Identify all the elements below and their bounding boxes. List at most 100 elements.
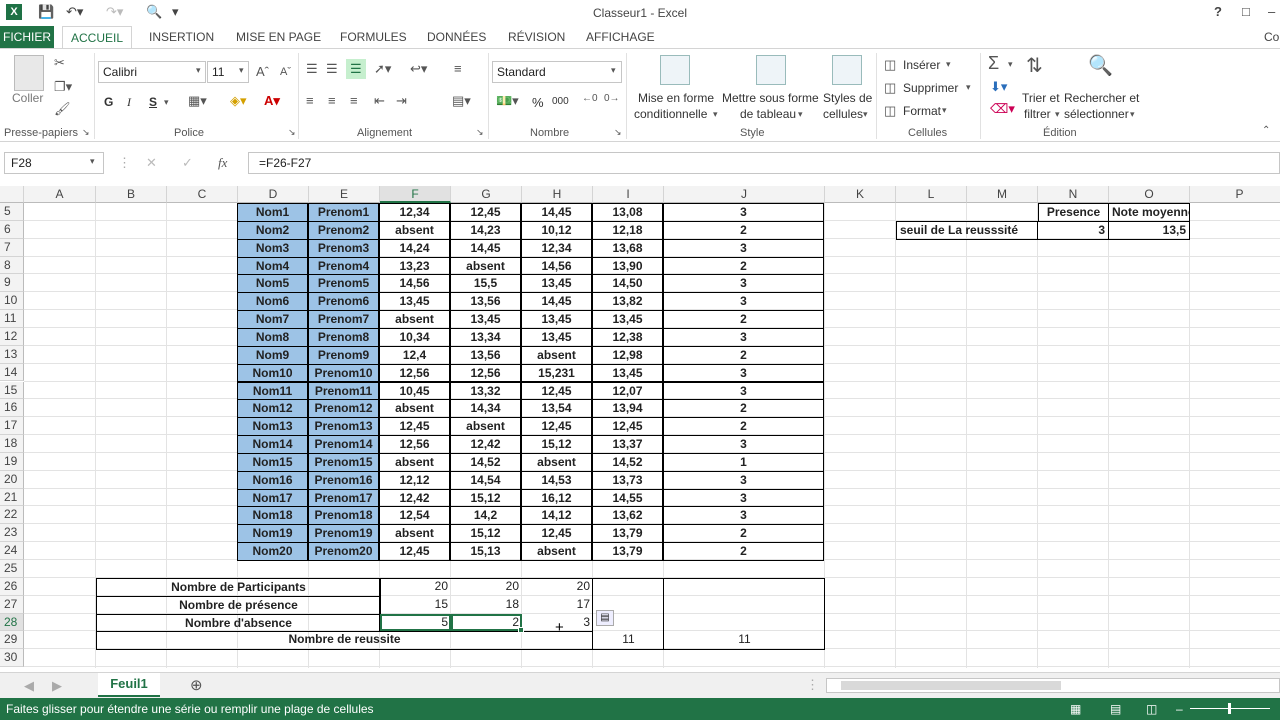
format-as-table-label-2[interactable]: de tableau xyxy=(740,107,796,121)
column-header-d[interactable]: D xyxy=(238,186,309,203)
table-cell[interactable]: 14,52 xyxy=(592,452,663,472)
table-cell[interactable]: 12,38 xyxy=(592,327,663,347)
row-header-25[interactable]: 25 xyxy=(0,560,24,578)
summary-cell[interactable]: 5 xyxy=(380,613,451,632)
format-painter-icon[interactable]: 🖌 xyxy=(54,101,71,117)
table-cell[interactable]: 13,90 xyxy=(592,256,663,276)
clear-icon[interactable]: ⌫▾ xyxy=(990,101,1015,117)
grow-font-icon[interactable]: Aˆ xyxy=(256,64,269,79)
table-cell[interactable]: Prenom4 xyxy=(308,256,379,276)
table-cell[interactable]: Prenom6 xyxy=(308,292,379,312)
font-name-dropdown-icon[interactable]: ▾ xyxy=(196,65,201,76)
column-header-a[interactable]: A xyxy=(24,186,96,203)
table-cell[interactable]: 14,45 xyxy=(521,203,592,222)
table-cell[interactable]: absent xyxy=(521,452,592,472)
row-header-21[interactable]: 21 xyxy=(0,488,24,507)
table-cell[interactable]: 3 xyxy=(663,327,824,347)
row-header-14[interactable]: 14 xyxy=(0,363,24,382)
format-cells-icon[interactable]: ◫ xyxy=(884,103,896,119)
row-header-18[interactable]: 18 xyxy=(0,435,24,453)
table-cell[interactable]: Prenom17 xyxy=(308,488,379,508)
table-cell[interactable]: 15,12 xyxy=(450,488,521,508)
row-header-30[interactable]: 30 xyxy=(0,649,24,668)
minimize-icon[interactable]: – xyxy=(1268,4,1275,19)
sort-filter-label-2[interactable]: filtrer xyxy=(1024,107,1051,121)
table-cell[interactable]: Nom8 xyxy=(237,327,308,347)
table-cell[interactable]: 10,45 xyxy=(379,381,450,401)
summary-cell[interactable]: 18 xyxy=(451,596,522,614)
tab-revision[interactable]: RÉVISION xyxy=(500,26,573,48)
thousands-button[interactable]: 000 xyxy=(552,96,569,107)
table-cell[interactable]: absent xyxy=(379,399,450,419)
ribbon-display-icon[interactable]: □ xyxy=(1242,4,1250,19)
worksheet-grid[interactable]: A B C D E F G H I J K L M N O P 5 6 7 8 9 10 11 12 13 14 15 16 17 18 1… xyxy=(0,186,1280,668)
table-cell[interactable]: 10,12 xyxy=(521,220,592,240)
column-header-i[interactable]: I xyxy=(593,186,664,203)
paste-button[interactable]: Coller xyxy=(12,91,43,105)
average-header[interactable]: Note moyenne xyxy=(1108,203,1190,222)
table-cell[interactable]: Nom15 xyxy=(237,452,308,472)
row-header-17[interactable]: 17 xyxy=(0,417,24,436)
success-label[interactable]: Nombre de reussite xyxy=(96,631,593,649)
column-header-m[interactable]: M xyxy=(967,186,1038,203)
table-cell[interactable]: absent xyxy=(450,256,521,276)
cancel-icon[interactable]: ✕ xyxy=(146,155,157,171)
row-header-19[interactable]: 19 xyxy=(0,452,24,471)
success-value-i[interactable]: 11 xyxy=(593,631,664,649)
table-cell[interactable]: 14,2 xyxy=(450,506,521,526)
table-cell[interactable]: 2 xyxy=(663,542,824,561)
row-header-29[interactable]: 29 xyxy=(0,631,24,650)
font-name-select[interactable]: Calibri xyxy=(98,61,206,83)
table-cell[interactable]: 3 xyxy=(663,203,824,222)
format-as-table-icon[interactable] xyxy=(756,55,786,85)
table-cell[interactable]: 14,53 xyxy=(521,470,592,490)
table-cell[interactable]: Nom4 xyxy=(237,256,308,276)
table-cell[interactable]: 13,82 xyxy=(592,292,663,312)
row-header-22[interactable]: 22 xyxy=(0,506,24,525)
delete-cells-icon[interactable]: ◫ xyxy=(884,80,896,96)
table-cell[interactable]: 13,45 xyxy=(521,310,592,329)
table-cell[interactable]: Prenom9 xyxy=(308,345,379,365)
table-cell[interactable]: 13,79 xyxy=(592,524,663,544)
row-header-20[interactable]: 20 xyxy=(0,470,24,489)
tab-mise-en-page[interactable]: MISE EN PAGE xyxy=(228,26,329,48)
format-as-table-label-1[interactable]: Mettre sous forme xyxy=(722,91,819,105)
table-cell[interactable]: 3 xyxy=(663,363,824,383)
table-cell[interactable]: 16,12 xyxy=(521,488,592,508)
table-cell[interactable]: 12,45 xyxy=(521,417,592,437)
table-cell[interactable]: 12,34 xyxy=(379,203,450,222)
table-cell[interactable]: 10,34 xyxy=(379,327,450,347)
success-value-j[interactable]: 11 xyxy=(664,631,825,649)
table-cell[interactable]: 14,52 xyxy=(450,452,521,472)
row-header-7[interactable]: 7 xyxy=(0,238,24,257)
table-cell[interactable]: absent xyxy=(450,417,521,437)
font-launcher-icon[interactable]: ↘ xyxy=(288,127,296,138)
tab-fichier[interactable]: FICHIER xyxy=(0,26,54,48)
table-cell[interactable]: Nom14 xyxy=(237,435,308,454)
fill-color-icon[interactable]: ◈▾ xyxy=(230,93,247,109)
autofill-options-icon[interactable]: ▤ xyxy=(596,609,614,626)
table-cell[interactable]: Nom2 xyxy=(237,220,308,240)
summary-cell[interactable]: 20 xyxy=(380,578,451,596)
table-cell[interactable]: Nom12 xyxy=(237,399,308,419)
insert-cells-button[interactable]: Insérer xyxy=(903,58,940,72)
table-cell[interactable]: Nom5 xyxy=(237,274,308,294)
row-header-9[interactable]: 9 xyxy=(0,274,24,293)
row-header-5[interactable]: 5 xyxy=(0,203,24,221)
table-cell[interactable]: Prenom11 xyxy=(308,381,379,401)
table-cell[interactable]: 15,231 xyxy=(521,363,592,383)
table-cell[interactable]: 13,23 xyxy=(379,256,450,276)
table-cell[interactable]: 2 xyxy=(663,256,824,276)
table-cell[interactable]: 3 xyxy=(663,470,824,490)
column-header-k[interactable]: K xyxy=(825,186,896,203)
tab-accueil[interactable]: ACCUEIL xyxy=(62,26,133,49)
shrink-font-icon[interactable]: Aˇ xyxy=(280,66,291,78)
collapse-ribbon-icon[interactable]: ⌃ xyxy=(1262,125,1270,136)
summary-cell[interactable]: 15 xyxy=(380,596,451,614)
number-launcher-icon[interactable]: ↘ xyxy=(614,127,622,138)
row-header-6[interactable]: 6 xyxy=(0,220,24,239)
table-cell[interactable]: 3 xyxy=(663,292,824,312)
table-cell[interactable]: 13,32 xyxy=(450,381,521,401)
table-cell[interactable]: Nom10 xyxy=(237,363,308,383)
table-cell[interactable]: 12,4 xyxy=(379,345,450,365)
